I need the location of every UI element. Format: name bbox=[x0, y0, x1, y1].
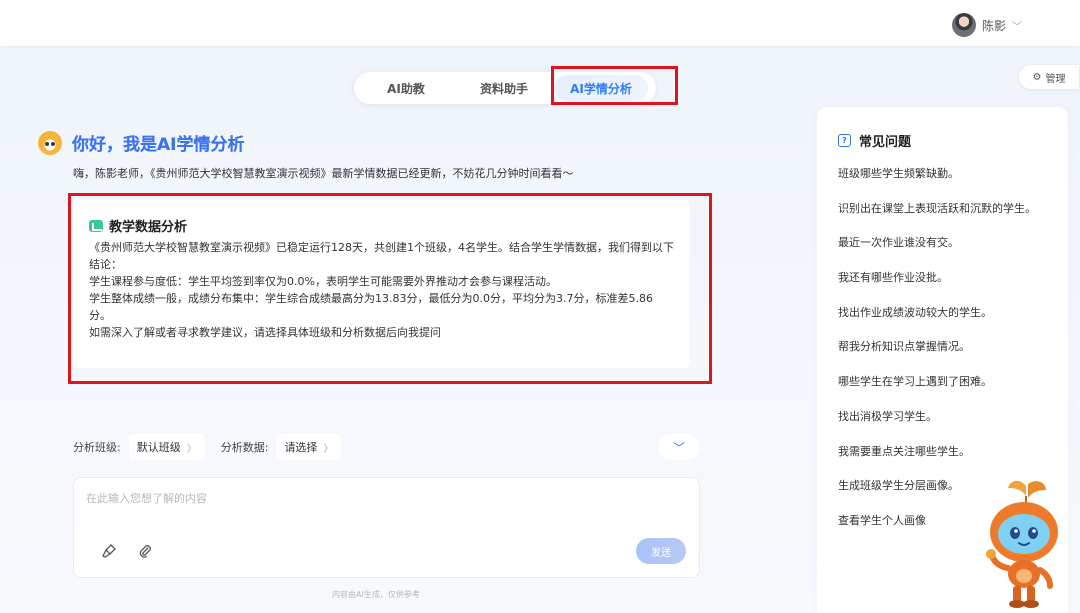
faq-item[interactable]: 帮我分析知识点掌握情况。 bbox=[838, 338, 1036, 373]
faq-item[interactable]: 识别出在课堂上表现活跃和沉默的学生。 bbox=[838, 200, 1036, 235]
faq-item[interactable]: 我还有哪些作业没批。 bbox=[838, 269, 1036, 304]
chevron-right-icon: 〉 bbox=[186, 443, 197, 455]
chevron-down-icon: ﹀ bbox=[1012, 21, 1022, 33]
greeting-subtitle: 嗨，陈影老师，《贵州师范大学校智慧教室演示视频》最新学情数据已经更新，不妨花几分… bbox=[73, 167, 574, 180]
chevron-right-icon: 〉 bbox=[323, 443, 334, 455]
chevron-down-icon: ﹀ bbox=[672, 440, 685, 455]
class-select-value: 默认班级 bbox=[136, 441, 181, 454]
greeting-row: 你好，我是AI学情分析 bbox=[38, 130, 244, 155]
attachment-icon[interactable] bbox=[136, 542, 154, 560]
tab-ai-assistant[interactable]: AI助教 bbox=[358, 75, 454, 101]
faq-item[interactable]: 班级哪些学生频繁缺勤。 bbox=[838, 165, 1036, 200]
send-button[interactable]: 发送 bbox=[636, 538, 686, 564]
manage-label: 管理 bbox=[1045, 73, 1066, 85]
clear-brush-icon[interactable] bbox=[100, 542, 118, 560]
faq-item[interactable]: 哪些学生在学习上遇到了困难。 bbox=[838, 373, 1036, 408]
user-name: 陈影 bbox=[981, 18, 1006, 33]
faq-item[interactable]: 最近一次作业谁没有交。 bbox=[838, 234, 1036, 269]
collapse-toggle-button[interactable]: ﹀ bbox=[658, 434, 700, 460]
user-menu[interactable]: 陈影 ﹀ bbox=[951, 12, 1022, 38]
faq-item[interactable]: 找出作业成绩波动较大的学生。 bbox=[838, 304, 1036, 339]
manage-button[interactable]: ⚙ 管理 bbox=[1019, 65, 1079, 89]
data-select[interactable]: 请选择 〉 bbox=[276, 434, 342, 460]
data-select-value: 请选择 bbox=[284, 441, 318, 454]
question-icon: ? bbox=[838, 134, 851, 147]
ai-disclaimer: 内容由AI生成，仅供参考 bbox=[332, 590, 420, 599]
chat-input[interactable] bbox=[86, 490, 686, 530]
tab-material-helper[interactable]: 资料助手 bbox=[454, 75, 554, 101]
gear-icon: ⚙ bbox=[1032, 71, 1042, 83]
class-select[interactable]: 默认班级 〉 bbox=[128, 434, 205, 460]
chat-input-box: 发送 bbox=[73, 477, 700, 578]
faq-heading: ? 常见问题 bbox=[838, 131, 911, 150]
bot-avatar-icon bbox=[38, 130, 62, 155]
faq-title: 常见问题 bbox=[859, 135, 912, 150]
highlight-box-card bbox=[68, 193, 712, 384]
class-filter-label: 分析班级: bbox=[73, 441, 121, 454]
faq-item[interactable]: 找出消极学习学生。 bbox=[838, 408, 1036, 443]
robot-mascot-illustration bbox=[980, 478, 1068, 610]
faq-item[interactable]: 我需要重点关注哪些学生。 bbox=[838, 443, 1036, 478]
top-bar: 陈影 ﹀ bbox=[0, 0, 1080, 46]
data-filter-label: 分析数据: bbox=[220, 441, 269, 454]
highlight-box-tab bbox=[551, 66, 678, 105]
filter-bar: 分析班级: 默认班级 〉 分析数据: 请选择 〉 bbox=[73, 434, 342, 460]
greeting-title: 你好，我是AI学情分析 bbox=[72, 130, 244, 155]
avatar bbox=[951, 13, 976, 37]
